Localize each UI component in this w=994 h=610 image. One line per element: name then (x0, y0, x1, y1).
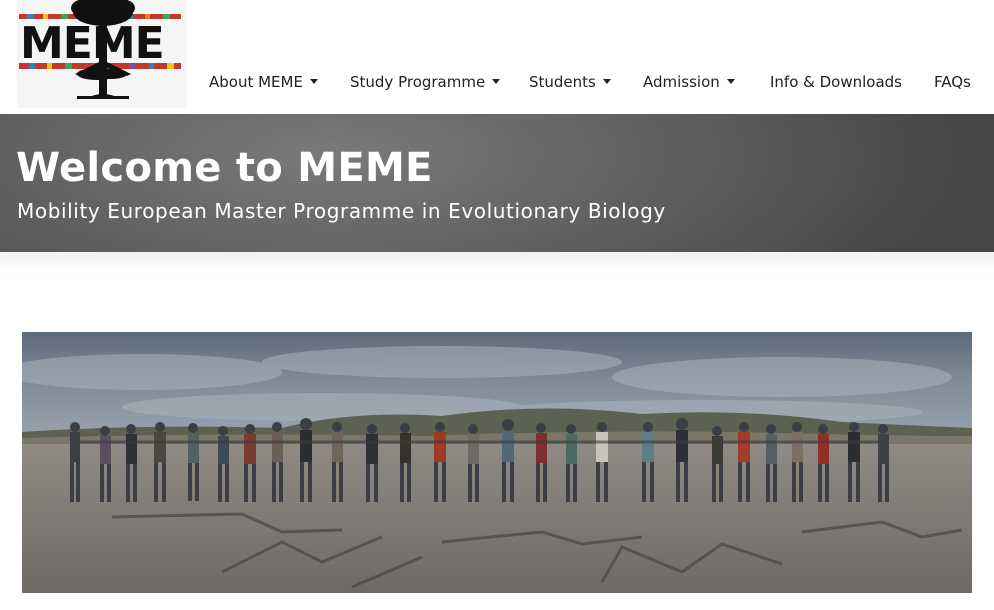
page-title: Welcome to MEME (16, 145, 433, 191)
site-header: MEME About MEME Study Programme Students… (0, 0, 994, 114)
nav-item-students[interactable]: Students (529, 71, 611, 93)
hero-banner: Welcome to MEME Mobility European Master… (0, 114, 994, 252)
nav-item-label: Students (529, 73, 596, 91)
nav-item-info-downloads[interactable]: Info & Downloads (770, 71, 902, 93)
caret-down-icon (492, 79, 501, 84)
nav-item-faqs[interactable]: FAQs (934, 71, 971, 93)
caret-down-icon (726, 79, 735, 84)
nav-item-about-meme[interactable]: About MEME (209, 71, 318, 93)
beach-group-photo-image (22, 332, 972, 593)
nav-item-label: Info & Downloads (770, 73, 902, 91)
nav-item-label: Admission (643, 73, 720, 91)
svg-text:MEME: MEME (20, 18, 164, 69)
nav-item-label: About MEME (209, 73, 303, 91)
nav-item-study-programme[interactable]: Study Programme (350, 71, 501, 93)
hero-shadow (0, 252, 994, 274)
caret-down-icon (602, 79, 611, 84)
nav-item-label: Study Programme (350, 73, 486, 91)
nav-item-admission[interactable]: Admission (643, 71, 735, 93)
page-subtitle: Mobility European Master Programme in Ev… (17, 199, 666, 223)
nav-item-label: FAQs (934, 73, 971, 91)
group-photo (22, 332, 972, 593)
main-navigation: About MEME Study Programme Students Admi… (0, 71, 994, 93)
caret-down-icon (309, 79, 318, 84)
